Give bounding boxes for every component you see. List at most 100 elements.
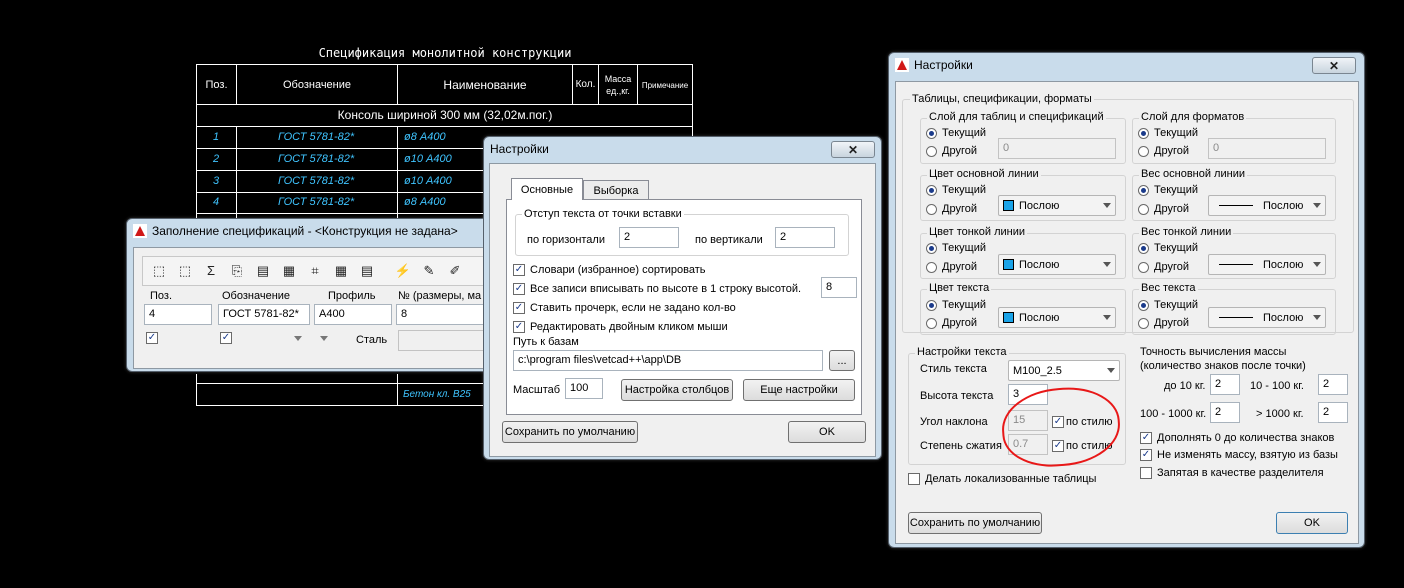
layer-tables-field[interactable]: 0	[998, 138, 1116, 159]
tab-main[interactable]: Основные	[511, 178, 583, 200]
close-icon: ✕	[847, 142, 859, 157]
copy-icon[interactable]: ⎘	[227, 261, 247, 281]
mass-r3-field[interactable]: 2	[1210, 402, 1240, 423]
main-line-weight-current-label: Текущий	[1154, 184, 1198, 196]
chevron-down-icon	[1107, 368, 1115, 373]
main-line-weight-combo[interactable]: Послою	[1208, 195, 1326, 216]
one-line-label: Все записи вписывать по высоте в 1 строк…	[530, 283, 802, 295]
transform-icon[interactable]: ⌗	[305, 261, 325, 281]
number-field[interactable]: 8	[396, 304, 484, 325]
cad-row-designation: ГОСТ 5781-82*	[278, 131, 355, 143]
mass-r2-field[interactable]: 2	[1318, 374, 1348, 395]
chevron-down-icon	[1103, 203, 1111, 208]
columns-setup-button[interactable]: Настройка столбцов	[621, 379, 733, 401]
material-field[interactable]	[398, 330, 486, 351]
wand-icon[interactable]: ⚡	[393, 261, 413, 281]
cad-row-name: ø10 А400	[404, 153, 452, 165]
scale-field[interactable]: 100	[565, 378, 603, 399]
browse-button[interactable]: ...	[829, 350, 855, 371]
save-default-button[interactable]: Сохранить по умолчанию	[502, 421, 638, 443]
settings-small-titlebar[interactable]: Настройки	[484, 137, 881, 161]
main-line-weight-other-radio[interactable]	[1138, 204, 1149, 215]
mass-r4-field[interactable]: 2	[1318, 402, 1348, 423]
select-icon[interactable]: ⬚	[149, 261, 169, 281]
main-line-weight-title: Вес основной линии	[1139, 168, 1247, 180]
save-default-button[interactable]: Сохранить по умолчанию	[908, 512, 1042, 534]
designation-checkbox[interactable]: ✓	[220, 332, 232, 344]
dblclick-checkbox[interactable]: ✓	[513, 321, 525, 333]
close-button[interactable]: ✕	[831, 141, 875, 158]
chevron-down-icon	[1313, 315, 1321, 320]
fill-spec-titlebar[interactable]: Заполнение спецификаций - <Конструкция н…	[127, 219, 489, 243]
horiz-field[interactable]: 2	[619, 227, 679, 248]
thin-line-color-current-label: Текущий	[942, 242, 986, 254]
profile-dropdown-icon[interactable]	[320, 336, 328, 341]
text-color-combo[interactable]: Послою	[998, 307, 1116, 328]
close-button[interactable]: ✕	[1312, 57, 1356, 74]
thin-line-weight-combo[interactable]: Послою	[1208, 254, 1326, 275]
layer-tables-other-radio[interactable]	[926, 146, 937, 157]
text-weight-other-radio[interactable]	[1138, 318, 1149, 329]
thin-line-color-combo[interactable]: Послою	[998, 254, 1116, 275]
localized-tables-checkbox[interactable]	[908, 473, 920, 485]
layer-tables-current-radio[interactable]	[926, 128, 937, 139]
main-line-weight-current-radio[interactable]	[1138, 185, 1149, 196]
profile-field[interactable]: A400	[314, 304, 392, 325]
sort-dict-label: Словари (избранное) сортировать	[530, 264, 706, 276]
main-line-color-combo[interactable]: Послою	[998, 195, 1116, 216]
ok-button[interactable]: OK	[788, 421, 866, 443]
ok-button[interactable]: OK	[1276, 512, 1348, 534]
sort-dict-checkbox[interactable]: ✓	[513, 264, 525, 276]
main-line-color-other-radio[interactable]	[926, 204, 937, 215]
cad-group-row: Консоль шириной 300 мм (32,02м.пог.)	[337, 108, 553, 122]
thin-line-weight-other-radio[interactable]	[1138, 262, 1149, 273]
text-color-other-radio[interactable]	[926, 318, 937, 329]
pencil-icon[interactable]: ✎	[419, 261, 439, 281]
cad-row-name: ø8 А400	[404, 196, 446, 208]
designation-dropdown-icon[interactable]	[294, 336, 302, 341]
calc-table-icon[interactable]: ▦	[279, 261, 299, 281]
vert-field[interactable]: 2	[775, 227, 835, 248]
layer-formats-field[interactable]: 0	[1208, 138, 1326, 159]
text-color-current-radio[interactable]	[926, 300, 937, 311]
select-add-icon[interactable]: ⬚	[175, 261, 195, 281]
layer-formats-current-label: Текущий	[1154, 127, 1198, 139]
settings-big-titlebar[interactable]: Настройки	[889, 53, 1364, 77]
thin-line-color-other-label: Другой	[942, 261, 977, 273]
pad-zero-checkbox[interactable]: ✓	[1140, 432, 1152, 444]
text-weight-current-radio[interactable]	[1138, 300, 1149, 311]
main-line-color-value: Послою	[1019, 199, 1060, 212]
keep-mass-checkbox[interactable]: ✓	[1140, 449, 1152, 461]
main-line-color-current-radio[interactable]	[926, 185, 937, 196]
thin-line-color-current-radio[interactable]	[926, 243, 937, 254]
settings-small-window: Настройки ✕ Основные Выборка Отступ текс…	[483, 136, 882, 460]
path-field[interactable]: c:\program files\vetcad++\app\DB	[513, 350, 823, 371]
thin-line-weight-current-radio[interactable]	[1138, 243, 1149, 254]
sum-icon[interactable]: Σ	[201, 261, 221, 281]
table-icon[interactable]: ▤	[357, 261, 377, 281]
text-weight-title: Вес текста	[1139, 282, 1198, 294]
text-style-combo[interactable]: M100_2.5	[1008, 360, 1120, 381]
designation-field[interactable]: ГОСТ 5781-82*	[218, 304, 310, 325]
comma-separator-checkbox[interactable]	[1140, 467, 1152, 479]
pos-checkbox[interactable]: ✓	[146, 332, 158, 344]
thin-line-weight-title: Вес тонкой линии	[1139, 226, 1234, 238]
thin-line-color-other-radio[interactable]	[926, 262, 937, 273]
paste-icon[interactable]: ▤	[253, 261, 273, 281]
mass-r1-field[interactable]: 2	[1210, 374, 1240, 395]
tab-selection[interactable]: Выборка	[583, 180, 649, 200]
cad-row-pos: 3	[213, 175, 220, 187]
cad-row-designation: ГОСТ 5781-82*	[278, 153, 355, 165]
pos-field[interactable]: 4	[144, 304, 212, 325]
dash-checkbox[interactable]: ✓	[513, 302, 525, 314]
layer-formats-current-radio[interactable]	[1138, 128, 1149, 139]
edit-icon[interactable]: ✐	[445, 261, 465, 281]
row-height-field[interactable]: 8	[821, 277, 857, 298]
more-settings-button[interactable]: Еще настройки	[743, 379, 855, 401]
grid-icon[interactable]: ▦	[331, 261, 351, 281]
text-weight-combo[interactable]: Послою	[1208, 307, 1326, 328]
layer-formats-other-radio[interactable]	[1138, 146, 1149, 157]
material-label: Сталь	[356, 334, 388, 346]
thin-line-weight-other-label: Другой	[1154, 261, 1189, 273]
one-line-checkbox[interactable]: ✓	[513, 283, 525, 295]
